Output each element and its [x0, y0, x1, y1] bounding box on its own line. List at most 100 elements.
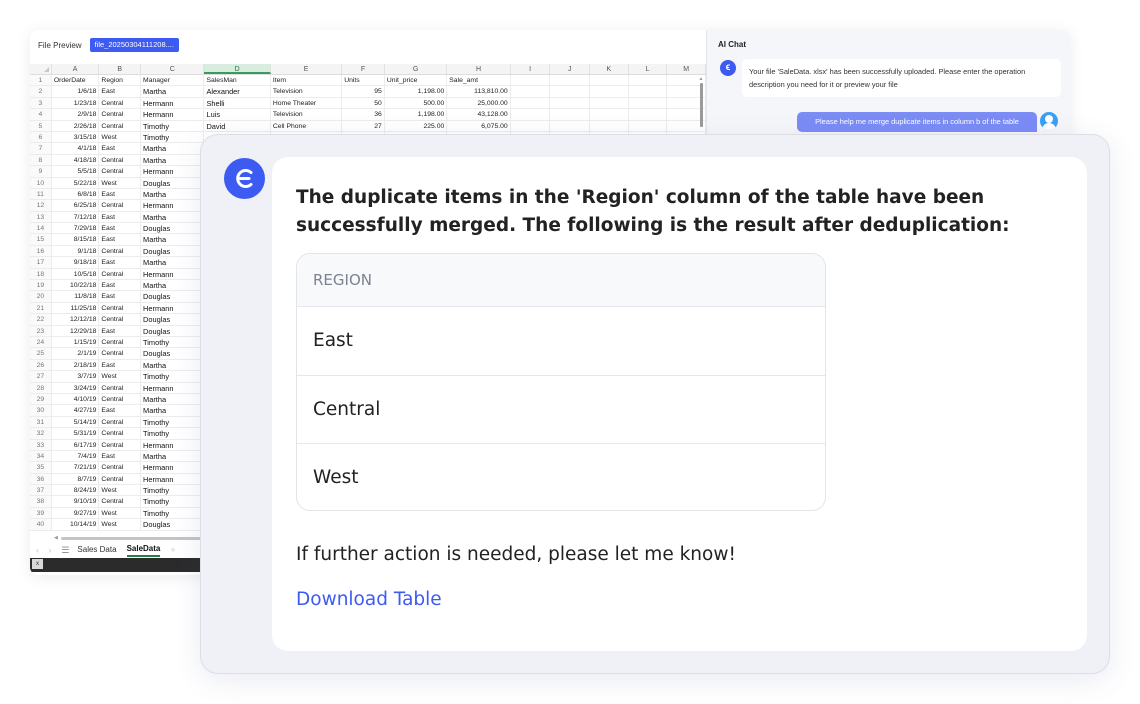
cell-b[interactable]: Central — [99, 200, 142, 211]
row-number[interactable]: 21 — [30, 302, 52, 314]
cell-a[interactable]: 5/5/18 — [52, 166, 100, 177]
cell-a[interactable]: 9/18/18 — [52, 257, 100, 268]
cell-h[interactable]: 6,075.00 — [447, 120, 511, 131]
column-header-f[interactable]: F — [342, 64, 385, 74]
row-number[interactable]: 3 — [30, 97, 52, 109]
column-header-i[interactable]: I — [511, 64, 551, 74]
cell-b[interactable]: East — [99, 234, 142, 245]
cell-c[interactable]: Douglas — [141, 325, 205, 336]
row-number[interactable]: 35 — [30, 462, 52, 473]
row-number[interactable]: 12 — [30, 200, 52, 211]
cell-c[interactable]: Hermann — [141, 109, 205, 120]
column-header-c[interactable]: C — [141, 64, 205, 74]
row-number[interactable]: 11 — [30, 188, 52, 200]
row-number[interactable]: 7 — [30, 143, 52, 154]
cell-b[interactable]: East — [99, 211, 142, 223]
cell-a[interactable]: 10/22/18 — [52, 280, 100, 291]
cell-g[interactable]: 1,198.00 — [385, 109, 448, 120]
row-number[interactable]: 15 — [30, 234, 52, 245]
cell-b[interactable]: Central — [99, 348, 142, 359]
cell-k[interactable] — [590, 120, 629, 131]
scroll-up-icon[interactable]: ▲ — [698, 76, 704, 82]
cell-i[interactable] — [511, 120, 551, 131]
cell-c[interactable]: Douglas — [141, 177, 205, 188]
row-number[interactable]: 28 — [30, 382, 52, 393]
cell-b[interactable]: Central — [99, 154, 142, 166]
column-header-h[interactable]: H — [447, 64, 511, 74]
cell-a[interactable]: 9/27/19 — [52, 507, 100, 519]
cell-c[interactable]: Timothy — [141, 371, 205, 382]
cell-a[interactable]: 12/29/18 — [52, 325, 100, 336]
cell-a[interactable]: 8/7/19 — [52, 473, 100, 485]
cell-b[interactable]: Central — [99, 245, 142, 257]
select-all-corner[interactable] — [30, 64, 52, 74]
cell-b[interactable]: East — [99, 143, 142, 154]
cell-a[interactable]: 10/5/18 — [52, 268, 100, 280]
column-header-d[interactable]: D — [204, 64, 271, 74]
cell-a[interactable]: 3/24/19 — [52, 382, 100, 393]
row-number[interactable]: 10 — [30, 177, 52, 188]
column-header-a[interactable]: A — [52, 64, 100, 74]
cell-b[interactable]: Central — [99, 416, 142, 428]
cell-c[interactable]: Douglas — [141, 223, 205, 234]
cell-e[interactable]: Item — [271, 75, 343, 86]
cell-e[interactable]: Television — [271, 86, 343, 97]
cell-i[interactable] — [511, 75, 551, 86]
cell-l[interactable] — [629, 86, 668, 97]
cell-h[interactable]: 25,000.00 — [447, 97, 511, 109]
row-number[interactable]: 39 — [30, 507, 52, 519]
cell-i[interactable] — [511, 109, 551, 120]
row-number[interactable]: 16 — [30, 245, 52, 257]
cell-b[interactable]: West — [99, 507, 142, 519]
cell-j[interactable] — [550, 97, 590, 109]
cell-j[interactable] — [550, 75, 590, 86]
prev-sheet-icon[interactable]: ‹ — [36, 546, 39, 555]
cell-c[interactable]: Martha — [141, 393, 205, 405]
cell-c[interactable]: Hermann — [141, 97, 205, 109]
cell-b[interactable]: East — [99, 405, 142, 416]
scroll-thumb[interactable] — [699, 83, 703, 127]
horizontal-scrollbar[interactable]: ◀ — [54, 535, 204, 541]
cell-b[interactable]: East — [99, 280, 142, 291]
cell-a[interactable]: 3/7/19 — [52, 371, 100, 382]
cell-c[interactable]: Douglas — [141, 245, 205, 257]
row-number[interactable]: 36 — [30, 473, 52, 485]
cell-a[interactable]: 2/1/19 — [52, 348, 100, 359]
cell-c[interactable]: Martha — [141, 188, 205, 200]
cell-d[interactable]: Shelli — [204, 97, 271, 109]
cell-h[interactable]: 113,810.00 — [447, 86, 511, 97]
cell-a[interactable]: 1/23/18 — [52, 97, 100, 109]
cell-g[interactable]: 1,198.00 — [385, 86, 448, 97]
download-table-link[interactable]: Download Table — [296, 586, 442, 614]
cell-a[interactable]: 7/12/18 — [52, 211, 100, 223]
cell-h[interactable]: 43,128.00 — [447, 109, 511, 120]
cell-a[interactable]: 4/1/18 — [52, 143, 100, 154]
row-number[interactable]: 26 — [30, 359, 52, 371]
cell-b[interactable]: Central — [99, 314, 142, 325]
cell-a[interactable]: 8/24/19 — [52, 485, 100, 496]
next-sheet-icon[interactable]: › — [49, 546, 52, 555]
row-number[interactable]: 13 — [30, 211, 52, 223]
cell-c[interactable]: Timothy — [141, 485, 205, 496]
row-number[interactable]: 32 — [30, 428, 52, 439]
cell-b[interactable]: West — [99, 485, 142, 496]
cell-b[interactable]: West — [99, 177, 142, 188]
row-number[interactable]: 1 — [30, 75, 52, 86]
cell-c[interactable]: Martha — [141, 86, 205, 97]
cell-c[interactable]: Timothy — [141, 336, 205, 348]
row-number[interactable]: 38 — [30, 496, 52, 507]
cell-a[interactable]: 5/14/19 — [52, 416, 100, 428]
cell-d[interactable]: SalesMan — [204, 75, 271, 86]
cell-d[interactable]: David — [204, 120, 271, 131]
cell-c[interactable]: Douglas — [141, 519, 205, 530]
cell-c[interactable]: Martha — [141, 405, 205, 416]
cell-b[interactable]: East — [99, 359, 142, 371]
cell-b[interactable]: East — [99, 188, 142, 200]
cell-c[interactable]: Hermann — [141, 302, 205, 314]
cell-b[interactable]: East — [99, 86, 142, 97]
cell-g[interactable]: 500.00 — [385, 97, 448, 109]
row-number[interactable]: 9 — [30, 166, 52, 177]
sheet-list-icon[interactable]: ☰ — [61, 545, 69, 556]
cell-b[interactable]: Central — [99, 166, 142, 177]
add-sheet-icon[interactable]: + — [170, 545, 175, 555]
